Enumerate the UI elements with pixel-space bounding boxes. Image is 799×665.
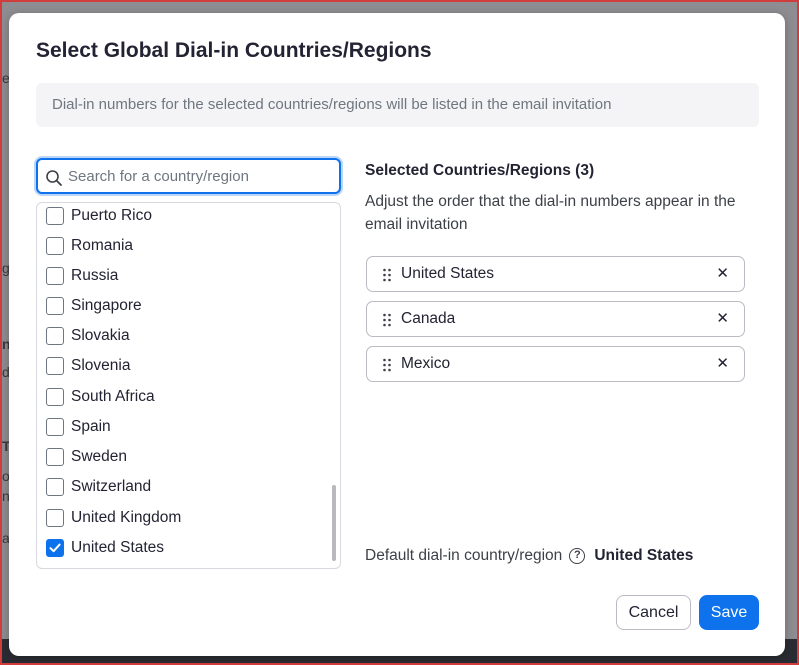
list-item-label: Sweden [71, 448, 128, 465]
list-item-slovakia[interactable]: Slovakia [46, 324, 130, 348]
default-country-value: United States [594, 547, 694, 564]
checkbox[interactable] [46, 357, 64, 375]
country-list[interactable]: Puerto Rico Romania Russia Singapore Slo… [36, 202, 341, 569]
help-icon[interactable]: ? [569, 548, 586, 564]
list-item-united-kingdom[interactable]: United Kingdom [46, 506, 181, 530]
checkbox[interactable] [46, 388, 64, 406]
list-item-label: Singapore [71, 297, 142, 314]
remove-icon[interactable]: ✕ [716, 302, 729, 336]
save-button[interactable]: Save [699, 595, 759, 630]
list-item-united-states[interactable]: United States [46, 536, 164, 560]
selected-description: Adjust the order that the dial-in number… [365, 193, 736, 233]
dialog-title: Select Global Dial-in Countries/Regions [36, 39, 432, 62]
list-item-label: Slovakia [71, 327, 130, 344]
list-item-spain[interactable]: Spain [46, 415, 111, 439]
selected-chip-canada[interactable]: Canada ✕ [366, 301, 745, 337]
list-item-label: United States [71, 539, 165, 556]
list-item-label: Puerto Rico [71, 207, 152, 224]
list-item-singapore[interactable]: Singapore [46, 294, 142, 318]
selected-chip-mexico[interactable]: Mexico ✕ [366, 346, 745, 382]
checkbox-checked[interactable] [46, 539, 64, 557]
default-country-row: Default dial-in country/region ? United … [365, 547, 693, 565]
list-item-slovenia[interactable]: Slovenia [46, 354, 130, 378]
remove-icon[interactable]: ✕ [716, 347, 729, 381]
list-item-label: Romania [71, 237, 134, 254]
list-item-south-africa[interactable]: South Africa [46, 385, 155, 409]
list-item-label: Russia [71, 267, 119, 284]
remove-icon[interactable]: ✕ [716, 257, 729, 291]
drag-handle-icon[interactable] [382, 313, 392, 327]
drag-handle-icon[interactable] [382, 358, 392, 372]
list-item-romania[interactable]: Romania [46, 234, 133, 258]
list-item-label: South Africa [71, 388, 155, 405]
selected-heading: Selected Countries/Regions (3) [365, 162, 595, 179]
default-country-label: Default dial-in country/region [365, 547, 563, 564]
scrollbar-thumb[interactable] [332, 485, 336, 561]
list-item-label: Spain [71, 418, 111, 435]
checkbox[interactable] [46, 207, 64, 225]
chip-label: Mexico [401, 355, 451, 372]
search-icon [46, 170, 62, 186]
chip-label: Canada [401, 310, 456, 327]
checkmark-icon [49, 543, 61, 553]
chip-label: United States [401, 265, 495, 282]
checkbox[interactable] [46, 237, 64, 255]
list-item-puerto-rico[interactable]: Puerto Rico [46, 204, 152, 228]
selected-chip-united-states[interactable]: United States ✕ [366, 256, 745, 292]
checkbox[interactable] [46, 327, 64, 345]
checkbox[interactable] [46, 509, 64, 527]
dial-in-countries-dialog: Select Global Dial-in Countries/Regions … [9, 13, 785, 656]
checkbox[interactable] [46, 418, 64, 436]
search-box[interactable] [36, 158, 341, 194]
list-item-label: Switzerland [71, 478, 152, 495]
list-item-sweden[interactable]: Sweden [46, 445, 127, 469]
list-item-switzerland[interactable]: Switzerland [46, 475, 151, 499]
cancel-button[interactable]: Cancel [616, 595, 691, 630]
checkbox[interactable] [46, 448, 64, 466]
search-input[interactable] [68, 160, 336, 192]
checkbox[interactable] [46, 478, 64, 496]
checkbox[interactable] [46, 267, 64, 285]
info-banner: Dial-in numbers for the selected countri… [36, 83, 759, 127]
drag-handle-icon[interactable] [382, 268, 392, 282]
list-item-label: United Kingdom [71, 509, 182, 526]
list-item-russia[interactable]: Russia [46, 264, 118, 288]
checkbox[interactable] [46, 297, 64, 315]
list-item-label: Slovenia [71, 357, 131, 374]
